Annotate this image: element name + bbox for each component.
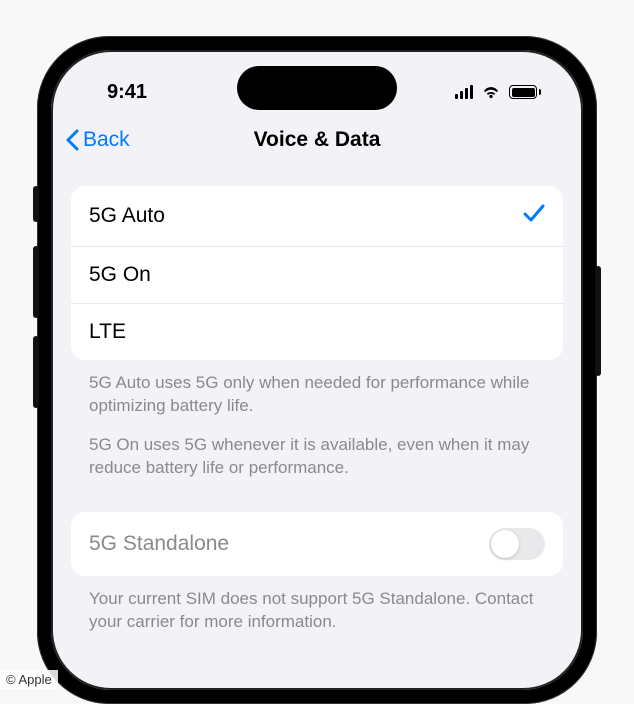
- chevron-left-icon: [65, 129, 79, 151]
- checkmark-icon: [523, 202, 545, 230]
- battery-icon: [509, 85, 541, 99]
- standalone-group: 5G Standalone: [71, 512, 563, 576]
- page-title: Voice & Data: [254, 128, 381, 152]
- side-button: [33, 186, 39, 222]
- back-label: Back: [83, 128, 130, 152]
- volume-down-button: [33, 336, 39, 408]
- status-icons: [455, 85, 541, 99]
- option-label: 5G On: [89, 263, 151, 287]
- nav-bar: Back Voice & Data: [51, 112, 583, 168]
- option-label: LTE: [89, 320, 126, 344]
- status-time: 9:41: [107, 81, 147, 104]
- options-group: 5G Auto 5G On LTE: [71, 186, 563, 360]
- option-lte[interactable]: LTE: [71, 304, 563, 360]
- phone-frame: 9:41 Back Voice & Da: [37, 36, 597, 704]
- option-5g-on[interactable]: 5G On: [71, 247, 563, 304]
- options-footer-1: 5G Auto uses 5G only when needed for per…: [71, 360, 563, 430]
- volume-up-button: [33, 246, 39, 318]
- dynamic-island: [237, 66, 397, 110]
- option-label: 5G Auto: [89, 204, 165, 228]
- options-footer-2: 5G On uses 5G whenever it is available, …: [71, 430, 563, 492]
- standalone-label: 5G Standalone: [89, 532, 229, 556]
- back-button[interactable]: Back: [65, 128, 130, 152]
- standalone-toggle[interactable]: [489, 528, 545, 560]
- cellular-icon: [455, 85, 473, 99]
- option-5g-auto[interactable]: 5G Auto: [71, 186, 563, 247]
- wifi-icon: [481, 85, 501, 99]
- standalone-row[interactable]: 5G Standalone: [71, 512, 563, 576]
- content: 5G Auto 5G On LTE 5G Auto uses 5G only w…: [51, 168, 583, 646]
- screen: 9:41 Back Voice & Da: [51, 50, 583, 690]
- standalone-footer: Your current SIM does not support 5G Sta…: [71, 576, 563, 646]
- attribution: © Apple: [0, 670, 58, 689]
- toggle-knob: [491, 530, 519, 558]
- power-button: [595, 266, 601, 376]
